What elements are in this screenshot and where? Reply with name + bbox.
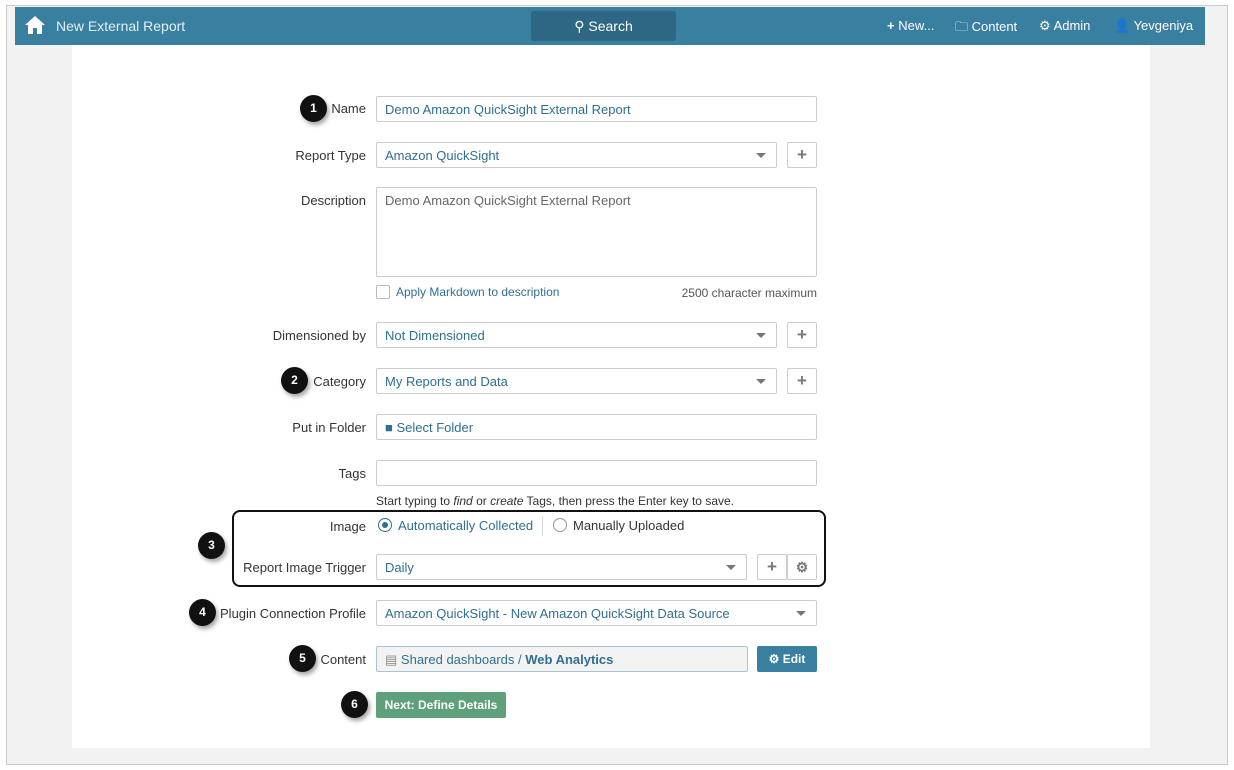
content-menu[interactable]: 🗀 Content [955,18,1017,40]
gear-icon: ⚙ [1039,18,1051,33]
step-badge: 2 [281,367,308,394]
search-button[interactable]: ⚲ Search [531,11,676,41]
add-report-type-button[interactable]: + [787,142,817,168]
report-type-label: Report Type [295,148,366,163]
next-define-details-button[interactable]: Next: Define Details [376,692,506,718]
top-navbar: New External Report ⚲ Search + New... 🗀 … [15,7,1205,45]
chevron-down-icon [726,565,736,570]
markdown-checkbox[interactable]: Apply Markdown to description [376,285,559,299]
add-trigger-button[interactable]: + [757,554,787,580]
trigger-select[interactable]: Daily [376,554,747,580]
tags-help: Start typing to find or create Tags, the… [376,494,734,508]
search-icon: ⚲ [574,18,589,34]
dimensioned-select[interactable]: Not Dimensioned [376,322,777,348]
name-label: Name [331,101,366,116]
user-icon: 👤 [1114,18,1131,33]
edit-button[interactable]: ⚙ Edit [757,646,817,672]
content-field[interactable]: ▤ Shared dashboards / Web Analytics [376,646,748,672]
chevron-down-icon [756,153,766,158]
gear-icon: ⚙ [768,652,780,666]
chevron-down-icon [756,333,766,338]
report-type-select[interactable]: Amazon QuickSight [376,142,777,168]
chevron-down-icon [796,611,806,616]
trigger-settings-button[interactable]: ⚙ [787,554,817,580]
home-icon[interactable] [24,15,46,38]
content-label: Content [320,652,366,667]
description-label: Description [300,193,366,208]
folder-icon: ■ [385,420,393,435]
admin-menu[interactable]: ⚙ Admin [1039,18,1090,34]
select-folder-button[interactable]: ■ Select Folder [376,414,817,440]
image-label: Image [329,519,366,534]
step-badge: 4 [189,599,216,626]
divider [542,516,543,536]
radio-manual[interactable]: Manually Uploaded [553,518,684,533]
gear-icon: ⚙ [795,559,809,575]
page-title: New External Report [56,18,186,34]
dashboard-icon: ▤ [385,652,398,667]
plugin-select[interactable]: Amazon QuickSight - New Amazon QuickSigh… [376,600,817,626]
description-textarea[interactable]: Demo Amazon QuickSight External Report [376,187,817,277]
tags-input[interactable] [376,460,817,486]
step-badge: 5 [289,645,316,672]
trigger-label: Report Image Trigger [243,560,366,575]
dimensioned-label: Dimensioned by [272,328,366,343]
folder-icon: 🗀 [955,19,969,34]
plugin-label: Plugin Connection Profile [220,606,366,621]
name-input[interactable]: Demo Amazon QuickSight External Report [376,96,817,122]
add-dimension-button[interactable]: + [787,322,817,348]
tags-label: Tags [338,466,366,481]
folder-label: Put in Folder [292,420,366,435]
new-menu[interactable]: + New... [887,18,934,33]
radio-auto[interactable]: Automatically Collected [378,518,533,533]
add-category-button[interactable]: + [787,368,817,394]
chevron-down-icon [756,379,766,384]
user-menu[interactable]: 👤 Yevgeniya [1114,18,1193,34]
step-badge: 1 [300,95,327,122]
char-max-note: 2500 character maximum [681,286,817,300]
step-badge: 6 [341,691,368,718]
category-select[interactable]: My Reports and Data [376,368,777,394]
step-badge: 3 [198,532,225,559]
category-label: Category [313,374,366,389]
